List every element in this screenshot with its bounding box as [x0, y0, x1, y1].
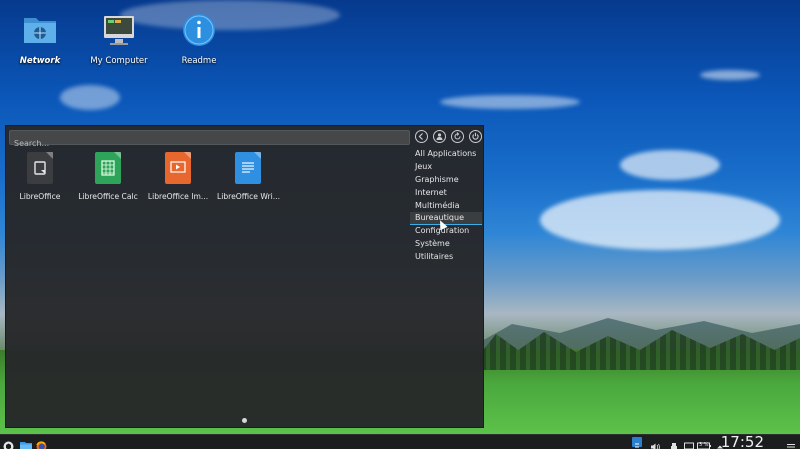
- app-label: LibreOffice Calc: [78, 192, 138, 201]
- clock[interactable]: 17:52: [721, 433, 764, 449]
- launcher-icon[interactable]: [3, 437, 14, 449]
- app-libreoffice-calc[interactable]: LibreOffice Calc: [77, 150, 139, 201]
- cloud: [540, 190, 780, 250]
- cloud: [60, 85, 120, 110]
- desktop-icon-label: My Computer: [90, 56, 148, 66]
- file-manager-icon[interactable]: [20, 437, 32, 449]
- application-launcher: LibreOffice LibreOffice Calc LibreOffice…: [5, 125, 484, 428]
- app-label: LibreOffice Im...: [147, 192, 209, 201]
- category-internet[interactable]: Internet: [410, 187, 482, 200]
- desktop-icon-readme[interactable]: Readme: [159, 12, 239, 66]
- menu-icon[interactable]: [786, 437, 796, 449]
- libreoffice-icon: [27, 152, 53, 184]
- app-grid: LibreOffice LibreOffice Calc LibreOffice…: [11, 150, 281, 201]
- battery-label: 3 %: [699, 442, 709, 448]
- app-libreoffice-writer[interactable]: LibreOffice Wri...: [217, 150, 281, 201]
- libreoffice-impress-icon: [165, 152, 191, 184]
- volume-icon[interactable]: [650, 437, 660, 449]
- usb-icon[interactable]: [669, 437, 679, 449]
- desktop-icon-my-computer[interactable]: My Computer: [79, 12, 159, 66]
- cloud: [620, 150, 720, 180]
- app-libreoffice[interactable]: LibreOffice: [11, 150, 69, 201]
- libreoffice-writer-icon: [235, 152, 261, 184]
- desktop-icon-label: Readme: [181, 56, 217, 66]
- desktop-icon-network[interactable]: Network: [0, 12, 80, 66]
- cloud: [700, 70, 760, 80]
- category-systeme[interactable]: Système: [410, 238, 482, 251]
- battery-icon[interactable]: 3 %: [697, 437, 713, 449]
- computer-icon: [101, 12, 137, 48]
- refresh-icon[interactable]: [451, 130, 464, 143]
- libreoffice-calc-icon: [95, 152, 121, 184]
- user-icon[interactable]: [433, 130, 446, 143]
- search-field[interactable]: [9, 130, 410, 150]
- search-input[interactable]: [10, 137, 409, 150]
- app-label: LibreOffice Wri...: [217, 192, 281, 201]
- taskbar: 3 % 17:52: [0, 433, 800, 449]
- category-graphisme[interactable]: Graphisme: [410, 174, 482, 187]
- desktop-icon-label: Network: [19, 56, 61, 66]
- app-libreoffice-impress[interactable]: LibreOffice Im...: [147, 150, 209, 201]
- firefox-icon[interactable]: [36, 437, 47, 449]
- category-list: All Applications Jeux Graphisme Internet…: [410, 148, 482, 264]
- display-icon[interactable]: [684, 437, 694, 449]
- cloud: [440, 95, 580, 109]
- page-indicator-dot[interactable]: [242, 418, 247, 423]
- info-icon: [181, 12, 217, 48]
- back-icon[interactable]: [415, 130, 428, 143]
- category-multimedia[interactable]: Multimédia: [410, 200, 482, 213]
- power-icon[interactable]: [469, 130, 482, 143]
- network-folder-icon: [22, 12, 58, 48]
- category-jeux[interactable]: Jeux: [410, 161, 482, 174]
- category-all-applications[interactable]: All Applications: [410, 148, 482, 161]
- category-utilitaires[interactable]: Utilitaires: [410, 251, 482, 264]
- notes-icon[interactable]: [632, 437, 642, 448]
- app-label: LibreOffice: [19, 192, 61, 201]
